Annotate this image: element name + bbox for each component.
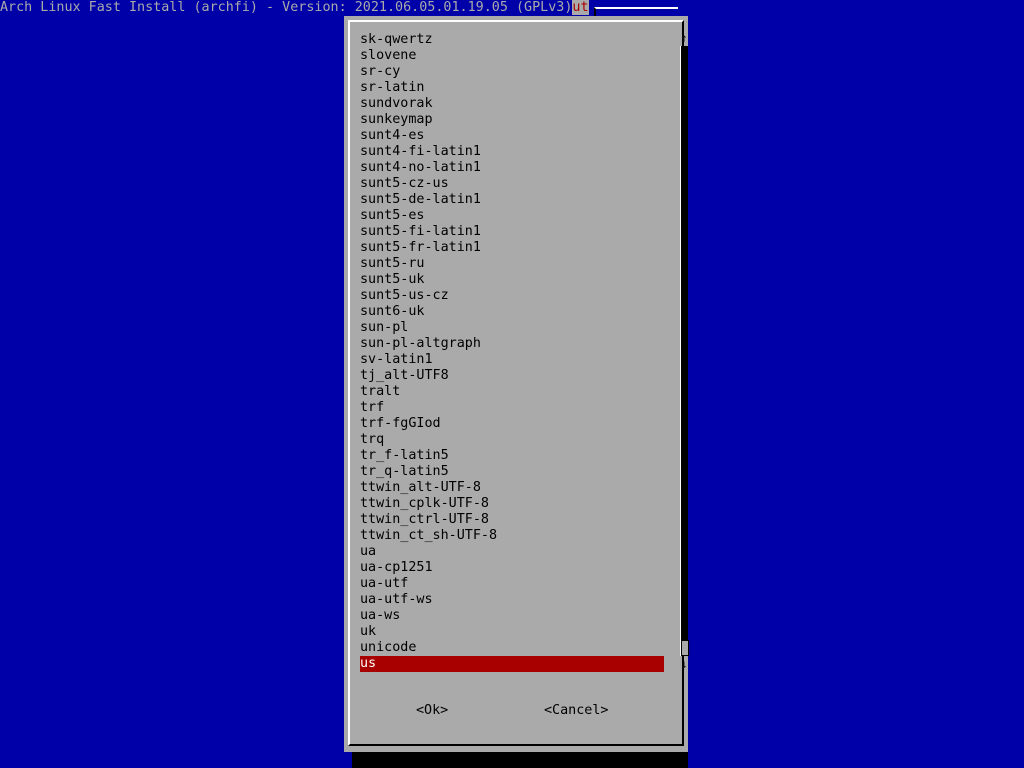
keymap-item[interactable]: ttwin_ctrl-UTF-8 <box>360 512 664 528</box>
dialog-buttons: <Ok> <Cancel> <box>344 703 688 719</box>
keymap-item[interactable]: ua <box>360 544 664 560</box>
keymap-item[interactable]: sr-cy <box>360 64 664 80</box>
scroll-down-arrow-icon[interactable]: ↓ <box>680 656 688 672</box>
cancel-button[interactable]: <Cancel> <box>544 703 609 719</box>
keymap-item[interactable]: sunt4-es <box>360 128 664 144</box>
keymap-item[interactable]: ttwin_alt-UTF-8 <box>360 480 664 496</box>
keymap-dialog: sk-qwertz slovene sr-cy sr-latin sundvorak su… <box>344 16 689 752</box>
keymap-item[interactable]: sunt5-uk <box>360 272 664 288</box>
keymap-item[interactable]: ttwin_cplk-UTF-8 <box>360 496 664 512</box>
keymap-item[interactable]: sunt4-no-latin1 <box>360 160 664 176</box>
keymap-item[interactable]: sunt5-us-cz <box>360 288 664 304</box>
keymap-item[interactable]: ua-cp1251 <box>360 560 664 576</box>
keymap-item[interactable]: tr_q-latin5 <box>360 464 664 480</box>
keymap-item[interactable]: trf-fgGIod <box>360 416 664 432</box>
keymap-item[interactable]: sunt6-uk <box>360 304 664 320</box>
window-title-text: Arch Linux Fast Install (archfi) - Versi… <box>0 0 573 15</box>
keymap-item[interactable]: ua-ws <box>360 608 664 624</box>
scrollbar[interactable]: ↑ ↓ <box>680 30 689 674</box>
keymap-list[interactable]: sk-qwertz slovene sr-cy sr-latin sundvorak su… <box>360 32 664 672</box>
keymap-item[interactable]: sunt5-ru <box>360 256 664 272</box>
keymap-item[interactable]: uk <box>360 624 664 640</box>
ok-button[interactable]: <Ok> <box>416 703 448 719</box>
keymap-item[interactable]: trq <box>360 432 664 448</box>
keymap-item[interactable]: sunt5-es <box>360 208 664 224</box>
keymap-item[interactable]: sk-qwertz <box>360 32 664 48</box>
keymap-item[interactable]: unicode <box>360 640 664 656</box>
keymap-item[interactable]: sr-latin <box>360 80 664 96</box>
keymap-item[interactable]: slovene <box>360 48 664 64</box>
keymap-item[interactable]: sunkeymap <box>360 112 664 128</box>
keymap-item[interactable]: sun-pl-altgraph <box>360 336 664 352</box>
keymap-item[interactable]: ua-utf <box>360 576 664 592</box>
keymap-item[interactable]: ttwin_ct_sh-UTF-8 <box>360 528 664 544</box>
menu-title-fragment: ut <box>572 0 589 15</box>
keymap-item[interactable]: sv-latin1 <box>360 352 664 368</box>
keymap-item[interactable]: trf <box>360 400 664 416</box>
scroll-track[interactable] <box>680 46 689 656</box>
scroll-thumb[interactable] <box>681 640 689 656</box>
keymap-item[interactable]: sunt5-fr-latin1 <box>360 240 664 256</box>
keymap-item[interactable]: sun-pl <box>360 320 664 336</box>
keymap-item[interactable]: tr_f-latin5 <box>360 448 664 464</box>
keymap-item[interactable]: tj_alt-UTF8 <box>360 368 664 384</box>
keymap-item[interactable]: ua-utf-ws <box>360 592 664 608</box>
keymap-item[interactable]: sunt5-fi-latin1 <box>360 224 664 240</box>
keymap-item[interactable]: sunt5-de-latin1 <box>360 192 664 208</box>
keymap-item[interactable]: sundvorak <box>360 96 664 112</box>
scroll-up-arrow-icon[interactable]: ↑ <box>680 30 688 46</box>
keymap-item[interactable]: sunt4-fi-latin1 <box>360 144 664 160</box>
window-title: Arch Linux Fast Install (archfi) - Versi… <box>0 0 589 16</box>
keymap-item[interactable]: tralt <box>360 384 664 400</box>
keymap-item[interactable]: sunt5-cz-us <box>360 176 664 192</box>
keymap-item[interactable]: us <box>360 656 664 672</box>
